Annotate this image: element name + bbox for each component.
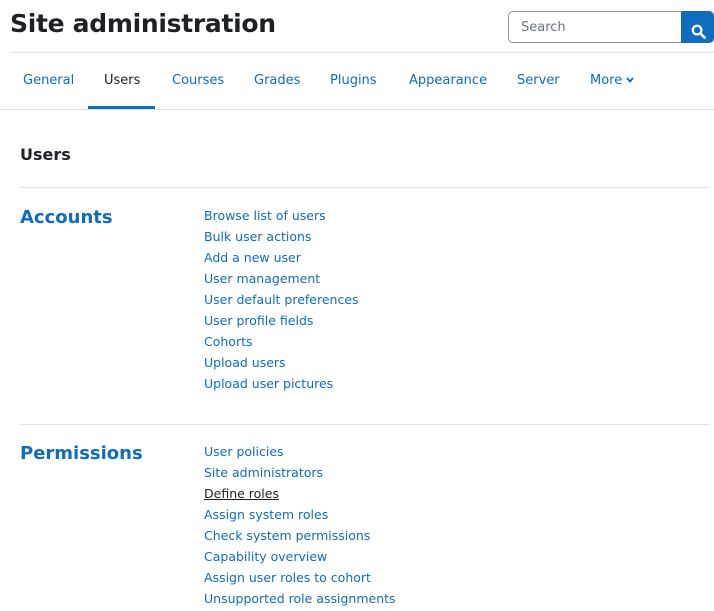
link-assign-user-roles-to-cohort[interactable]: Assign user roles to cohort bbox=[204, 570, 371, 585]
link-user-profile-fields[interactable]: User profile fields bbox=[204, 313, 313, 328]
permissions-links: User policies Site administrators Define… bbox=[204, 443, 396, 611]
group-divider bbox=[20, 424, 709, 425]
link-browse-list-of-users[interactable]: Browse list of users bbox=[204, 208, 326, 223]
link-user-policies[interactable]: User policies bbox=[204, 444, 284, 459]
link-upload-user-pictures[interactable]: Upload user pictures bbox=[204, 376, 333, 391]
tab-appearance[interactable]: Appearance bbox=[409, 73, 487, 88]
tab-general[interactable]: General bbox=[23, 73, 74, 88]
chevron-down-icon bbox=[626, 77, 634, 83]
link-add-a-new-user[interactable]: Add a new user bbox=[204, 250, 301, 265]
tab-plugins[interactable]: Plugins bbox=[330, 73, 377, 88]
link-bulk-user-actions[interactable]: Bulk user actions bbox=[204, 229, 311, 244]
link-define-roles[interactable]: Define roles bbox=[204, 486, 279, 501]
section-title: Users bbox=[20, 145, 71, 164]
link-unsupported-role-assignments[interactable]: Unsupported role assignments bbox=[204, 591, 396, 606]
link-user-default-preferences[interactable]: User default preferences bbox=[204, 292, 359, 307]
tab-server[interactable]: Server bbox=[517, 73, 560, 88]
tab-grades[interactable]: Grades bbox=[254, 73, 300, 88]
permissions-heading[interactable]: Permissions bbox=[20, 443, 143, 464]
accounts-links: Browse list of users Bulk user actions A… bbox=[204, 207, 359, 396]
link-capability-overview[interactable]: Capability overview bbox=[204, 549, 327, 564]
link-site-administrators[interactable]: Site administrators bbox=[204, 465, 323, 480]
section-divider bbox=[20, 187, 709, 188]
tab-courses[interactable]: Courses bbox=[172, 73, 224, 88]
tabs-divider bbox=[0, 109, 714, 110]
search-icon bbox=[691, 24, 706, 39]
tab-more[interactable]: More bbox=[590, 73, 634, 88]
search-box bbox=[508, 11, 714, 43]
link-user-management[interactable]: User management bbox=[204, 271, 320, 286]
page-title: Site administration bbox=[10, 9, 276, 38]
link-assign-system-roles[interactable]: Assign system roles bbox=[204, 507, 328, 522]
link-check-system-permissions[interactable]: Check system permissions bbox=[204, 528, 370, 543]
link-cohorts[interactable]: Cohorts bbox=[204, 334, 253, 349]
link-upload-users[interactable]: Upload users bbox=[204, 355, 286, 370]
search-input[interactable] bbox=[508, 11, 681, 43]
tab-users[interactable]: Users bbox=[104, 73, 140, 88]
search-button[interactable] bbox=[681, 11, 714, 43]
accounts-heading[interactable]: Accounts bbox=[20, 207, 113, 228]
tab-more-label: More bbox=[590, 73, 623, 88]
admin-tabs: General Users Courses Grades Plugins App… bbox=[0, 53, 714, 109]
